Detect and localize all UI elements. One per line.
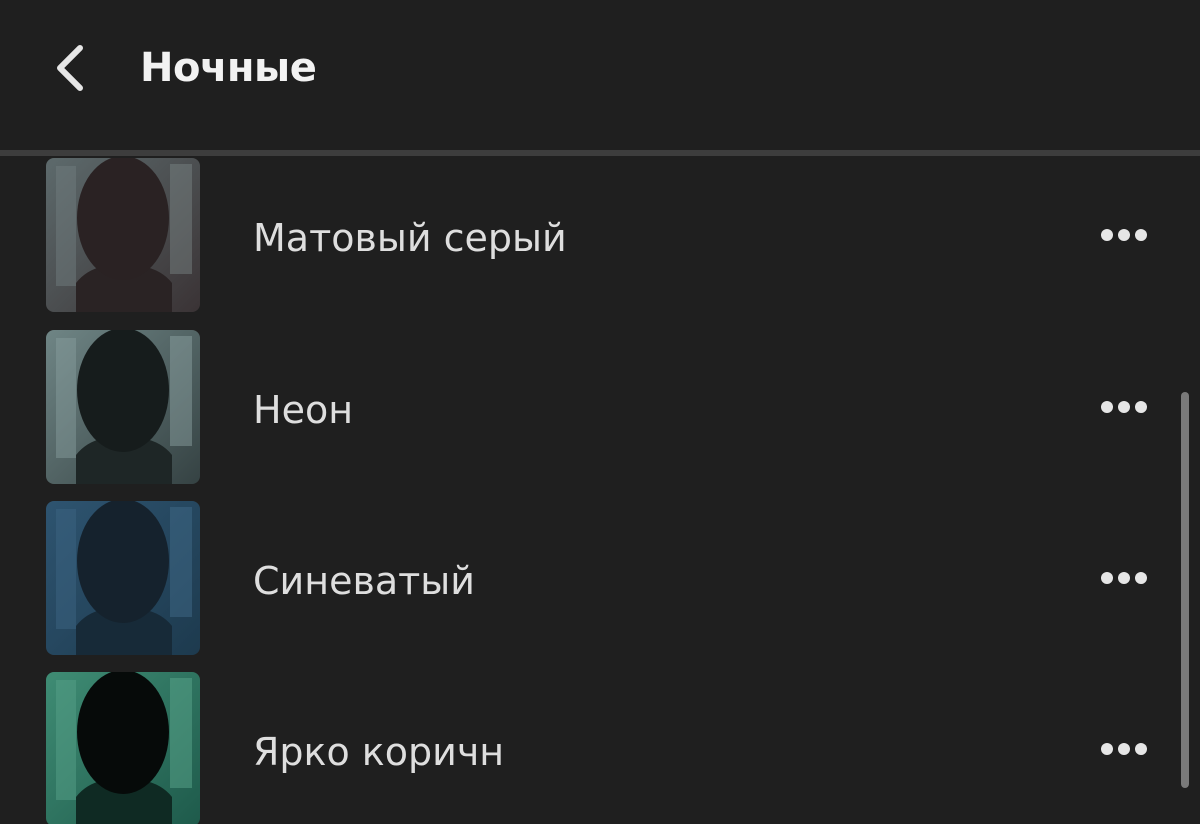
preset-thumbnail — [46, 672, 200, 824]
preset-label: Неон — [253, 388, 354, 432]
more-dot — [1135, 743, 1147, 755]
more-options-button[interactable] — [1092, 216, 1156, 256]
page-title: Ночные — [140, 45, 317, 91]
chevron-left-icon — [57, 45, 83, 91]
preset-row-neon[interactable]: Неон — [0, 330, 1200, 485]
more-dot — [1135, 572, 1147, 584]
more-options-button[interactable] — [1092, 730, 1156, 770]
preset-row-matte-gray[interactable]: Матовый серый — [0, 158, 1200, 313]
scrollbar[interactable] — [1181, 392, 1189, 788]
more-dot — [1118, 743, 1130, 755]
more-dot — [1118, 401, 1130, 413]
more-dot — [1135, 401, 1147, 413]
preset-thumbnail — [46, 158, 200, 312]
more-dot — [1135, 229, 1147, 241]
more-dot — [1101, 743, 1113, 755]
preset-row-bright-brown[interactable]: Ярко коричн — [0, 672, 1200, 824]
more-dot — [1101, 229, 1113, 241]
preset-thumbnail — [46, 501, 200, 655]
more-dot — [1118, 572, 1130, 584]
preset-label: Ярко коричн — [253, 730, 505, 774]
preset-label: Матовый серый — [253, 216, 567, 260]
more-dot — [1101, 401, 1113, 413]
back-button[interactable] — [40, 38, 100, 98]
more-dot — [1101, 572, 1113, 584]
preset-label: Синеватый — [253, 559, 475, 603]
header-bar: Ночные — [0, 0, 1200, 150]
more-options-button[interactable] — [1092, 388, 1156, 428]
presets-screen: Ночные Матовый серый Неон Синеватый Ярко… — [0, 0, 1200, 824]
more-options-button[interactable] — [1092, 559, 1156, 599]
preset-thumbnail — [46, 330, 200, 484]
preset-row-bluish[interactable]: Синеватый — [0, 501, 1200, 656]
header-divider — [0, 150, 1200, 156]
more-dot — [1118, 229, 1130, 241]
